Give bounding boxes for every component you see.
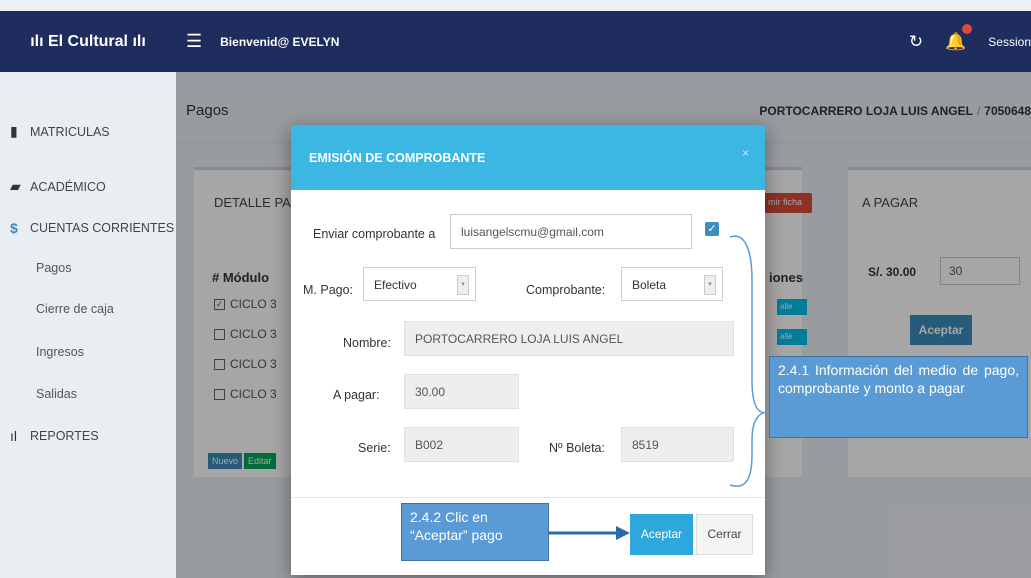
annotation-graphics — [549, 235, 770, 540]
bracket-line — [729, 235, 770, 487]
arrow-head-icon — [616, 526, 630, 540]
annotation-click-accept: 2.4.2 Clic en “Aceptar” pago — [401, 503, 549, 561]
annotation-payment-info: 2.4.1 Información del medio de pago, com… — [769, 356, 1028, 438]
